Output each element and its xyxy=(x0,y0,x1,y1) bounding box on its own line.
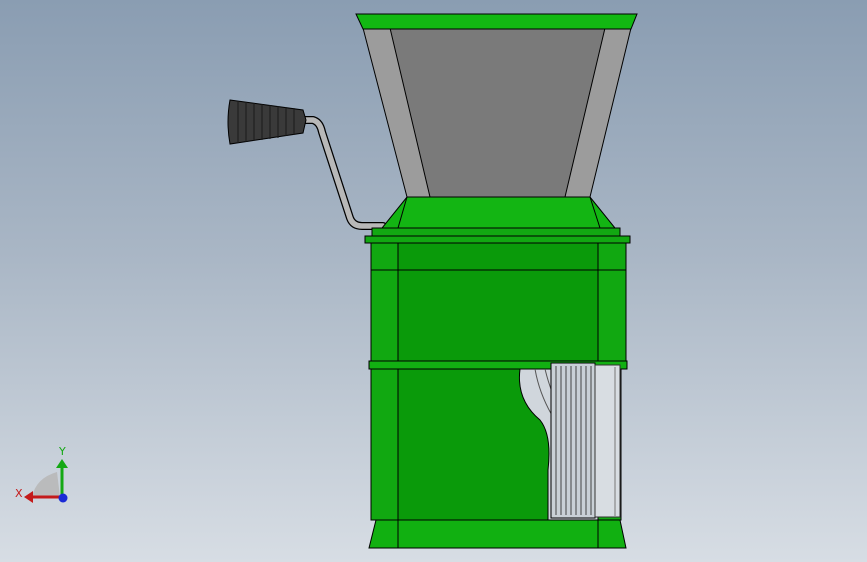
crank-handle xyxy=(227,99,387,230)
grinder-model: Y X xyxy=(15,13,638,549)
coordinate-triad-icon: Y X xyxy=(15,445,68,503)
grate xyxy=(550,362,596,519)
top-cap-body xyxy=(380,196,617,229)
top-cap xyxy=(364,196,631,244)
cad-viewport[interactable]: Y X xyxy=(0,0,867,562)
lower-housing xyxy=(370,362,622,521)
crank-arm xyxy=(297,116,387,230)
triad-y-label: Y xyxy=(58,445,66,458)
base xyxy=(368,519,627,549)
hopper xyxy=(355,13,638,198)
top-flange xyxy=(364,235,631,244)
hopper-rim xyxy=(355,13,638,30)
triad-x-label: X xyxy=(15,487,23,500)
upper-housing xyxy=(370,242,627,362)
